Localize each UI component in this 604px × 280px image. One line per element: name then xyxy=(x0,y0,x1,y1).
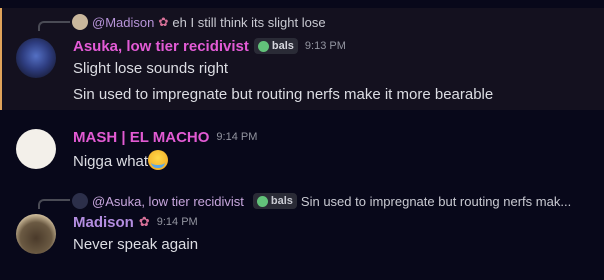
reply-avatar xyxy=(72,193,88,209)
user-tag[interactable]: bals xyxy=(252,193,297,209)
crying-face-icon xyxy=(148,150,169,170)
avatar[interactable] xyxy=(16,38,56,78)
username[interactable]: Asuka, low tier recidivist xyxy=(73,38,249,55)
timestamp: 9:13 PM xyxy=(304,40,346,52)
message-header: MASH | EL MACHO 9:14 PM xyxy=(73,127,257,147)
tag-label: bals xyxy=(271,40,294,52)
timestamp: 9:14 PM xyxy=(156,216,198,228)
message-mash[interactable]: MASH | EL MACHO 9:14 PM Nigga what xyxy=(0,126,604,174)
timestamp: 9:14 PM xyxy=(216,131,258,143)
reply-preview[interactable]: @Asuka, low tier recidivist bals Sin use… xyxy=(72,192,571,210)
message-text: Slight lose sounds right xyxy=(73,60,229,77)
message-text: Nigga what xyxy=(73,153,149,170)
tag-label: bals xyxy=(270,195,293,207)
reply-connector xyxy=(38,199,70,209)
username[interactable]: Madison xyxy=(73,214,134,231)
reply-avatar xyxy=(72,14,88,30)
flower-icon: ✿ xyxy=(138,214,150,229)
message-header: Madison ✿ 9:14 PM xyxy=(73,212,198,232)
avatar[interactable] xyxy=(16,129,56,169)
avatar[interactable] xyxy=(16,214,56,254)
message-asuka[interactable]: @Madison ✿ eh I still think its slight l… xyxy=(0,8,604,110)
flower-icon: ✿ xyxy=(158,15,169,29)
username[interactable]: MASH | EL MACHO xyxy=(73,129,209,146)
message-header: Asuka, low tier recidivist bals 9:13 PM xyxy=(73,36,346,56)
user-tag[interactable]: bals xyxy=(253,38,298,54)
chat-log: @Madison ✿ eh I still think its slight l… xyxy=(0,0,604,280)
reply-author[interactable]: @Asuka, low tier recidivist xyxy=(92,194,244,209)
reply-text: Sin used to impregnate but routing nerfs… xyxy=(300,193,572,209)
skull-icon xyxy=(256,195,268,207)
message-text-row: Nigga what xyxy=(73,150,169,170)
reply-preview[interactable]: @Madison ✿ eh I still think its slight l… xyxy=(72,13,326,31)
message-madison[interactable]: @Asuka, low tier recidivist bals Sin use… xyxy=(0,190,604,270)
skull-icon xyxy=(257,40,269,52)
reply-author[interactable]: @Madison xyxy=(92,15,154,30)
reply-text: eh I still think its slight lose xyxy=(172,14,326,30)
message-text: Never speak again xyxy=(73,236,199,253)
reply-connector xyxy=(38,21,70,31)
message-text: Sin used to impregnate but routing nerfs… xyxy=(73,86,494,103)
